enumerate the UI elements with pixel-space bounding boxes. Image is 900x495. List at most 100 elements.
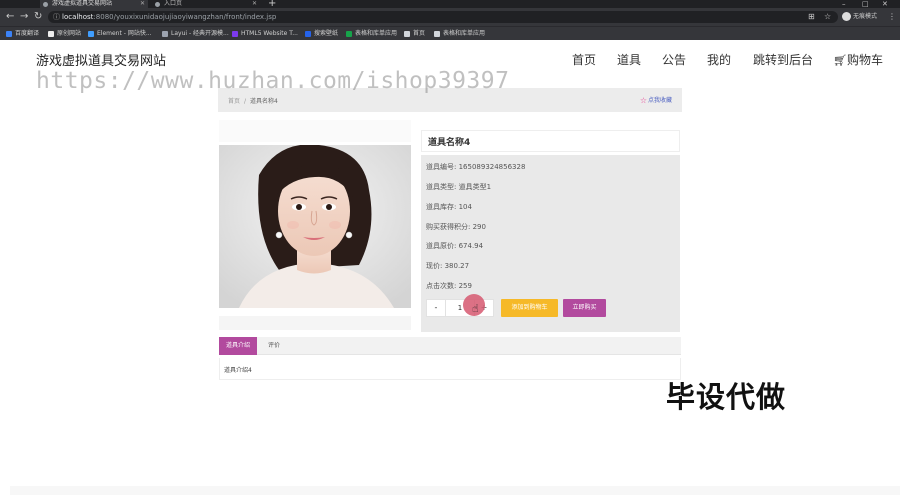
url-path: :8080/youxixunidaojujiaoyiwangzhan/front… bbox=[93, 13, 277, 21]
field-value: 380.27 bbox=[444, 262, 470, 270]
forward-icon[interactable]: → bbox=[20, 11, 28, 23]
field-points: 购买获得积分: 290 bbox=[426, 222, 486, 232]
bookmark-item[interactable]: 首页 bbox=[404, 30, 425, 38]
profile-button[interactable]: 无痕模式 bbox=[842, 12, 877, 22]
bookmark-favicon-icon bbox=[48, 30, 54, 37]
field-stock: 道具库存: 104 bbox=[426, 202, 472, 212]
detail-tabs: 道具介绍 评价 bbox=[219, 337, 681, 355]
profile-label: 无痕模式 bbox=[853, 13, 878, 20]
nav-items[interactable]: 道具 bbox=[617, 51, 641, 68]
bookmark-item[interactable]: 表格和库单应用 bbox=[434, 30, 485, 38]
product-title: 道具名称4 bbox=[428, 138, 471, 148]
favicon-icon bbox=[43, 2, 48, 7]
field-current-price: 现价: 380.27 bbox=[426, 261, 469, 271]
translate-icon[interactable]: ⊞ bbox=[808, 12, 815, 22]
bookmark-label: HTML5 Website T... bbox=[241, 30, 298, 37]
maximize-button[interactable]: □ bbox=[862, 0, 869, 8]
field-label: 道具编号: bbox=[426, 163, 457, 171]
field-value: 674.94 bbox=[458, 242, 484, 250]
hand-pointer-icon: ☝︎ bbox=[472, 302, 479, 315]
cart-icon: 🛒︎ bbox=[833, 54, 847, 67]
url-host: localhost bbox=[62, 13, 94, 21]
bookmark-label: 表格和库单应用 bbox=[443, 30, 486, 37]
star-icon: ☆ bbox=[639, 96, 647, 105]
bookmark-favicon-icon bbox=[404, 30, 410, 37]
bookmark-star-icon[interactable]: ☆ bbox=[824, 12, 831, 22]
tab-panel: 道具介绍4 bbox=[219, 358, 681, 380]
nav-announcements[interactable]: 公告 bbox=[662, 51, 686, 68]
browser-tab-strip: 游戏虚拟道具交易网站 ✕ 入口页 ✕ + – □ ✕ bbox=[0, 0, 900, 9]
bookmark-item[interactable]: 原创网站 bbox=[48, 30, 81, 38]
field-click-count: 点击次数: 259 bbox=[426, 281, 472, 291]
info-icon[interactable]: ⓘ bbox=[53, 11, 60, 23]
breadcrumb-home[interactable]: 首页 bbox=[228, 98, 240, 105]
bookmark-favicon-icon bbox=[162, 30, 168, 37]
breadcrumb-current: 道具名称4 bbox=[250, 98, 278, 105]
field-label: 购买获得积分: bbox=[426, 223, 471, 231]
bookmark-favicon-icon bbox=[6, 30, 12, 37]
reload-icon[interactable]: ↻ bbox=[34, 11, 42, 23]
tab-panel-text: 道具介绍4 bbox=[224, 367, 252, 374]
image-frame-bottom bbox=[219, 316, 411, 330]
incognito-avatar-icon bbox=[842, 12, 851, 21]
quantity-minus-button[interactable]: - bbox=[426, 299, 446, 317]
bookmark-item[interactable]: 表格和库单应用 bbox=[346, 30, 397, 38]
nav-home[interactable]: 首页 bbox=[572, 51, 596, 68]
favorite-button[interactable]: ☆点我收藏 bbox=[640, 95, 672, 105]
add-to-cart-button[interactable]: 添加到购物车 bbox=[501, 299, 558, 317]
favorite-label: 点我收藏 bbox=[647, 97, 672, 104]
browser-tab-label: 游戏虚拟道具交易网站 bbox=[52, 0, 113, 7]
minimize-button[interactable]: – bbox=[842, 0, 846, 8]
bookmark-label: Element - 网站快... bbox=[97, 30, 152, 37]
field-label: 道具原价: bbox=[426, 242, 457, 250]
bookmark-item[interactable]: 百度翻译 bbox=[6, 30, 39, 38]
page-bottom-edge bbox=[10, 486, 900, 495]
buy-now-button[interactable]: 立即购买 bbox=[563, 299, 606, 317]
back-icon[interactable]: ← bbox=[6, 11, 14, 23]
nav-cart[interactable]: 🛒︎购物车 bbox=[833, 51, 883, 68]
field-value: 165089324856328 bbox=[458, 163, 526, 171]
bookmark-item[interactable]: Layui - 经典开源模... bbox=[162, 30, 229, 38]
nav-admin[interactable]: 跳转到后台 bbox=[753, 51, 813, 68]
tab-reviews[interactable]: 评价 bbox=[261, 337, 287, 355]
menu-kebab-icon[interactable]: ⋮ bbox=[888, 12, 896, 22]
bookmarks-bar: 百度翻译 原创网站 Element - 网站快... Layui - 经典开源模… bbox=[0, 26, 900, 40]
bookmark-label: 原创网站 bbox=[57, 30, 82, 37]
field-label: 现价: bbox=[426, 262, 443, 270]
field-label: 点击次数: bbox=[426, 282, 457, 290]
bookmark-label: 百度翻译 bbox=[15, 30, 40, 37]
tab-item-intro[interactable]: 道具介绍 bbox=[219, 337, 258, 355]
close-tab-icon[interactable]: ✕ bbox=[140, 0, 145, 8]
favicon-icon bbox=[155, 2, 160, 7]
bookmark-favicon-icon bbox=[88, 30, 94, 37]
browser-tab-active[interactable]: 游戏虚拟道具交易网站 ✕ bbox=[40, 0, 148, 8]
address-bar-row: ← → ↻ ⓘ localhost:8080/youxixunidaojujia… bbox=[0, 8, 900, 26]
field-value: 290 bbox=[472, 223, 486, 231]
field-value: 道具类型1 bbox=[458, 183, 492, 191]
nav-mine[interactable]: 我的 bbox=[707, 51, 731, 68]
site-logo[interactable]: 游戏虚拟道具交易网站 bbox=[36, 50, 166, 69]
bookmark-label: Layui - 经典开源模... bbox=[171, 30, 229, 37]
product-image bbox=[219, 145, 411, 308]
image-frame-top bbox=[219, 120, 411, 142]
bookmark-label: 表格和库单应用 bbox=[355, 30, 398, 37]
field-original-price: 道具原价: 674.94 bbox=[426, 241, 483, 251]
product-title-box: 道具名称4 bbox=[421, 130, 680, 152]
bookmark-item[interactable]: Element - 网站快... bbox=[88, 30, 152, 38]
nav-cart-label: 购物车 bbox=[846, 53, 883, 67]
breadcrumb: 首页 / 道具名称4 bbox=[228, 96, 278, 105]
close-tab-icon[interactable]: ✕ bbox=[252, 0, 257, 8]
bookmark-item[interactable]: 搜索壁纸 bbox=[305, 30, 338, 38]
field-label: 道具类型: bbox=[426, 183, 457, 191]
field-item-type: 道具类型: 道具类型1 bbox=[426, 182, 491, 192]
bookmark-favicon-icon bbox=[305, 30, 311, 37]
field-label: 道具库存: bbox=[426, 203, 457, 211]
browser-tab[interactable]: 入口页 ✕ bbox=[152, 0, 260, 8]
url-input[interactable]: ⓘ localhost:8080/youxixunidaojujiaoyiwan… bbox=[48, 11, 838, 23]
field-value: 104 bbox=[458, 203, 472, 211]
bookmark-item[interactable]: HTML5 Website T... bbox=[232, 30, 298, 38]
product-info-panel: 道具编号: 165089324856328 道具类型: 道具类型1 道具库存: … bbox=[421, 155, 680, 332]
portrait-illustration bbox=[219, 145, 411, 308]
field-item-number: 道具编号: 165089324856328 bbox=[426, 162, 525, 172]
close-window-button[interactable]: ✕ bbox=[882, 0, 888, 8]
